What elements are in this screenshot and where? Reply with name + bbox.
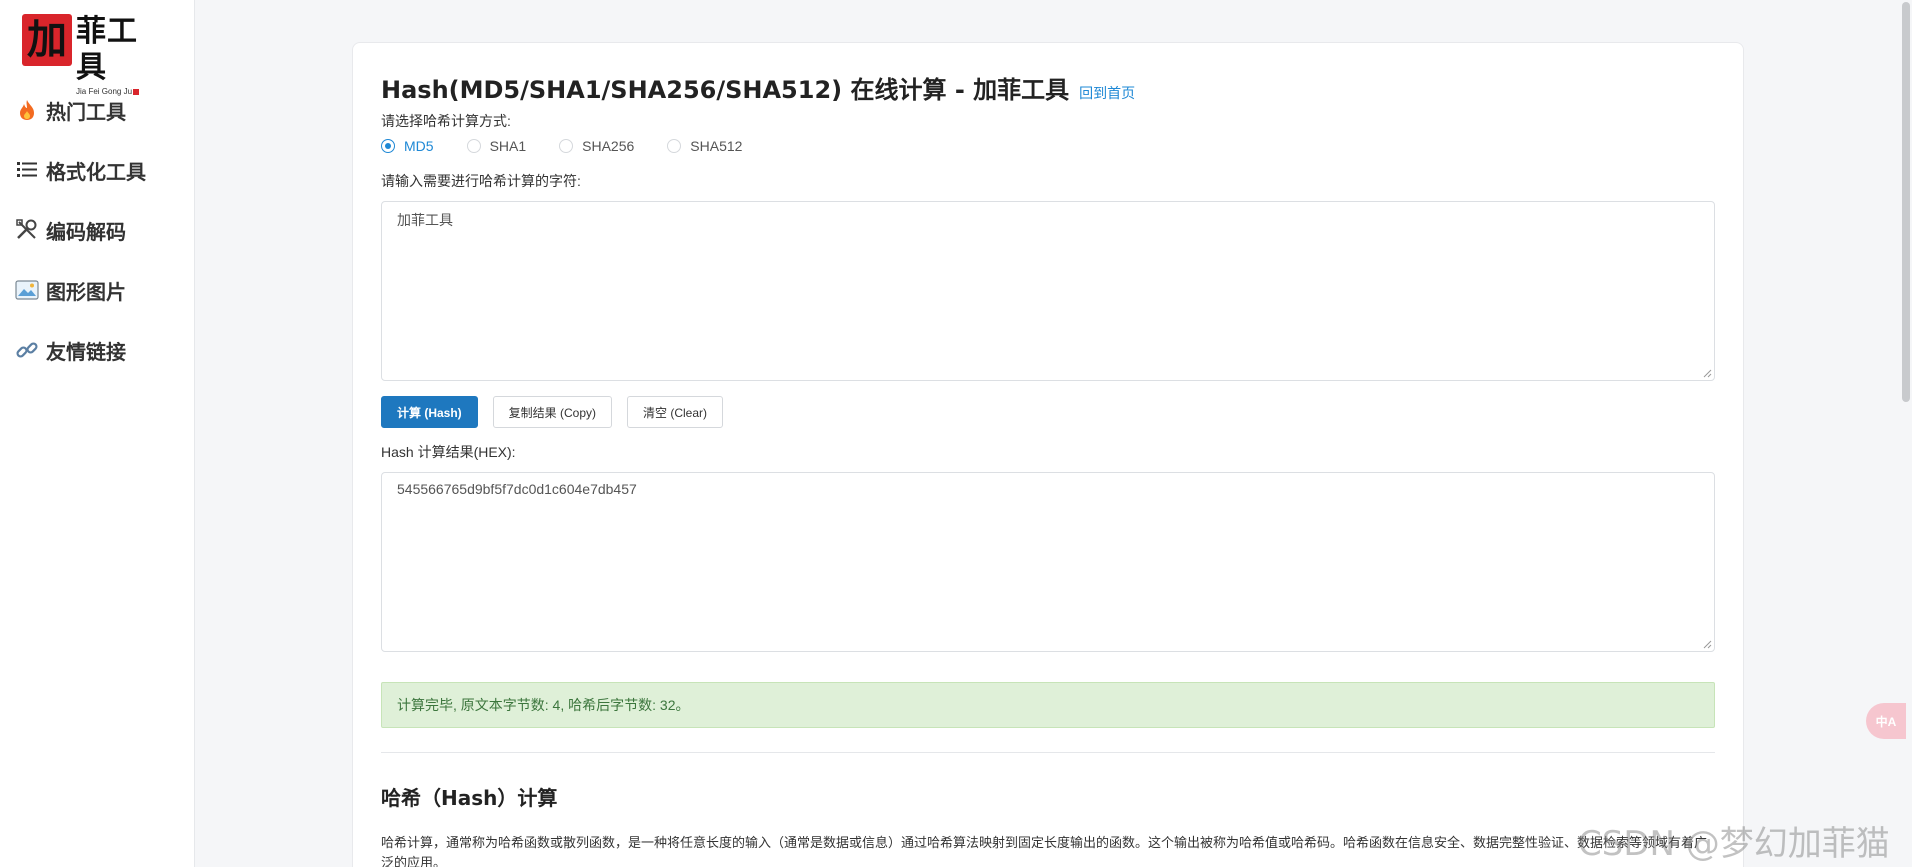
link-icon [14, 337, 40, 363]
radio-sha1[interactable]: SHA1 [466, 138, 527, 154]
clear-button[interactable]: 清空 (Clear) [627, 396, 724, 428]
sidebar-item-format-tools[interactable]: 格式化工具 [0, 140, 195, 200]
radio-label: SHA256 [582, 138, 635, 154]
status-alert: 计算完毕, 原文本字节数: 4, 哈希后字节数: 32。 [381, 682, 1715, 728]
status-message: 计算完毕, 原文本字节数: 4, 哈希后字节数: 32。 [397, 697, 690, 713]
input-label: 请输入需要进行哈希计算的字符: [381, 173, 581, 189]
divider [381, 752, 1715, 753]
translate-icon: 中A [1875, 714, 1897, 729]
main-card [352, 42, 1744, 867]
result-label: Hash 计算结果(HEX): [381, 444, 516, 460]
tools-icon [14, 217, 40, 243]
radio-circle[interactable] [559, 139, 574, 153]
section-title: 哈希（Hash）计算 [381, 786, 558, 810]
radio-circle[interactable] [381, 139, 395, 153]
action-buttons: 计算 (Hash) 复制结果 (Copy) 清空 (Clear) [381, 396, 738, 428]
radio-label: SHA1 [489, 138, 527, 154]
hash-button[interactable]: 计算 (Hash) [381, 396, 478, 428]
translate-button[interactable]: 中A [1866, 703, 1906, 739]
sidebar-item-label: 图形图片 [46, 281, 126, 304]
radio-sha256[interactable]: SHA256 [559, 138, 634, 154]
sidebar-item-label: 格式化工具 [46, 161, 146, 184]
page-title: Hash(MD5/SHA1/SHA256/SHA512) 在线计算 - 加菲工具… [381, 70, 1135, 105]
home-link[interactable]: 回到首页 [1079, 83, 1135, 103]
logo-title: 菲工具 [76, 14, 138, 85]
sidebar-item-label: 编码解码 [46, 221, 126, 244]
method-label: 请选择哈希计算方式: [381, 113, 511, 129]
page-title-text: Hash(MD5/SHA1/SHA256/SHA512) 在线计算 - 加菲工具 [381, 76, 1070, 104]
image-icon [14, 277, 40, 303]
hash-input-textarea[interactable] [381, 201, 1715, 381]
radio-circle[interactable] [466, 139, 481, 153]
copy-button[interactable]: 复制结果 (Copy) [492, 396, 613, 428]
logo-mark: 加 [22, 14, 72, 66]
sidebar-nav: 热门工具 格式化工具 编码解码 图形图片 友情链接 [0, 80, 195, 380]
sidebar: 加 菲工具 Jia Fei Gong Ju 热门工具 格式化工具 编码解码 图形… [0, 0, 195, 867]
hash-method-group: MD5 SHA1 SHA256 SHA512 [381, 138, 775, 154]
list-icon [14, 157, 40, 183]
sidebar-item-encode-decode[interactable]: 编码解码 [0, 200, 195, 260]
hash-result-textarea[interactable] [381, 472, 1715, 652]
article-paragraph: 哈希计算，通常称为哈希函数或散列函数，是一种将任意长度的输入（通常是数据或信息）… [381, 835, 1708, 867]
fire-icon [14, 97, 40, 123]
resize-grip-icon[interactable] [1702, 639, 1712, 649]
radio-sha512[interactable]: SHA512 [667, 138, 742, 154]
radio-circle[interactable] [667, 139, 682, 153]
sidebar-item-label: 热门工具 [46, 101, 126, 124]
sidebar-item-hot-tools[interactable]: 热门工具 [0, 80, 195, 140]
site-logo[interactable]: 加 菲工具 Jia Fei Gong Ju [22, 14, 167, 96]
radio-md5[interactable]: MD5 [381, 138, 434, 154]
sidebar-item-label: 友情链接 [46, 341, 126, 364]
sidebar-item-friend-links[interactable]: 友情链接 [0, 320, 195, 380]
scrollbar-thumb[interactable] [1902, 2, 1910, 402]
radio-label: MD5 [404, 138, 434, 154]
sidebar-item-graphics[interactable]: 图形图片 [0, 260, 195, 320]
radio-label: SHA512 [690, 138, 743, 154]
resize-grip-icon[interactable] [1702, 368, 1712, 378]
watermark: CSDN @梦幻加菲猫 [1578, 824, 1890, 864]
